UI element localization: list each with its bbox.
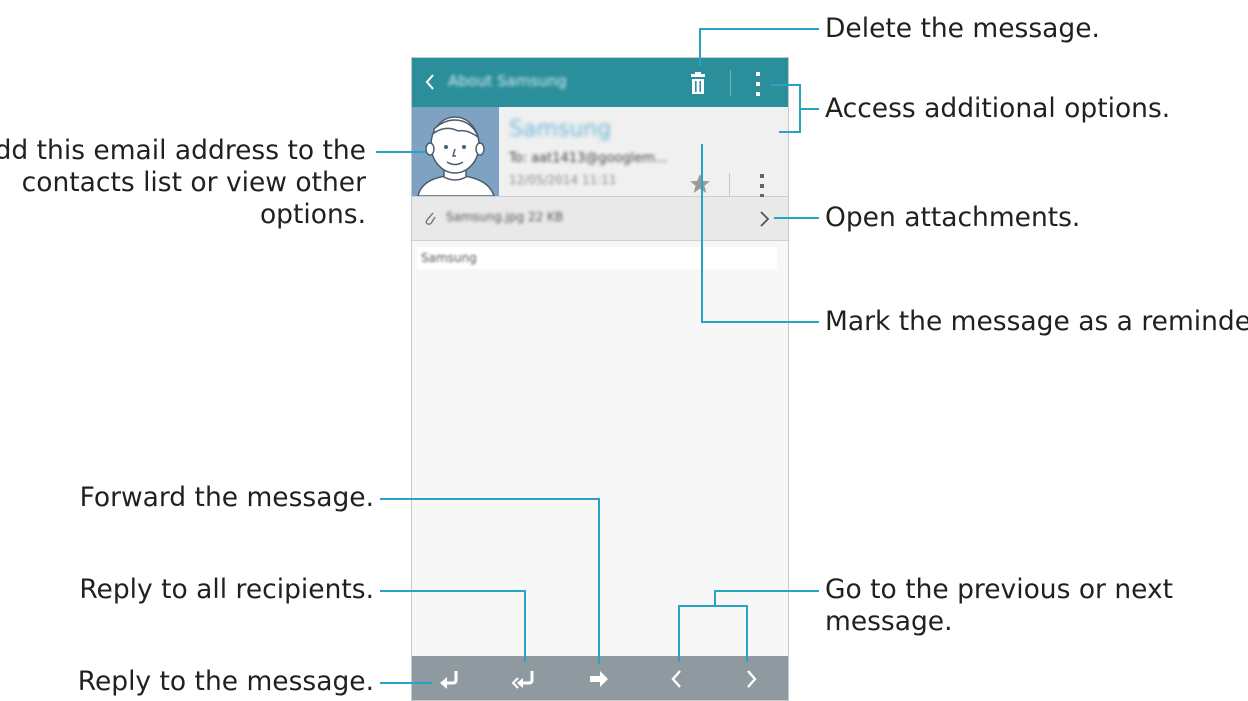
leader-contact xyxy=(376,151,426,153)
callout-forward: Forward the message. xyxy=(79,482,374,513)
callout-prev-next-line: Go to the previous or next xyxy=(825,574,1174,605)
callout-contact: Add this email address to the contacts l… xyxy=(0,135,366,231)
leader-options xyxy=(799,108,819,110)
leader-options xyxy=(779,131,801,133)
chevron-left-icon[interactable] xyxy=(420,69,440,95)
sender-name: Samsung xyxy=(509,117,612,142)
callout-contact-line: contacts list or view other xyxy=(21,167,366,198)
leader-attachments xyxy=(774,217,819,219)
previous-message-icon[interactable] xyxy=(664,666,690,692)
callout-prev-next: Go to the previous or next message. xyxy=(825,574,1173,638)
chevron-right-icon[interactable] xyxy=(757,209,771,229)
callout-reminder: Mark the message as a reminder. xyxy=(825,306,1248,337)
divider xyxy=(729,173,730,199)
leader-reply xyxy=(380,682,432,684)
callout-attachments: Open attachments. xyxy=(825,202,1081,233)
leader-prev-next xyxy=(746,605,748,662)
reply-all-icon[interactable] xyxy=(510,666,536,692)
message-date: 12/05/2014 11:11 xyxy=(509,173,617,187)
leader-prev-next xyxy=(678,605,680,662)
leader-reminder xyxy=(701,144,703,323)
leader-delete xyxy=(699,28,819,30)
more-vertical-icon[interactable] xyxy=(757,172,767,200)
bottom-action-bar xyxy=(412,656,788,700)
forward-icon[interactable] xyxy=(586,666,612,692)
recipient-line: To: aat1413@googlem... xyxy=(509,151,668,166)
leader-forward xyxy=(598,498,600,664)
leader-delete xyxy=(699,28,701,66)
divider xyxy=(730,70,731,96)
more-vertical-icon[interactable] xyxy=(752,70,764,98)
trash-icon[interactable] xyxy=(687,72,709,96)
next-message-icon[interactable] xyxy=(738,666,764,692)
folder-title: About Samsung xyxy=(448,72,567,90)
star-icon[interactable] xyxy=(689,173,711,195)
callout-options: Access additional options. xyxy=(825,93,1171,124)
reply-icon[interactable] xyxy=(436,666,462,692)
body-text: Samsung xyxy=(421,251,477,265)
paperclip-icon xyxy=(425,212,436,225)
leader-reminder xyxy=(701,321,819,323)
body-text-box: Samsung xyxy=(417,247,777,269)
attachment-name: Samsung.jpg 22 KB xyxy=(446,210,564,224)
leader-reply-all xyxy=(380,590,526,592)
callout-reply: Reply to the message. xyxy=(77,666,374,697)
callout-contact-line: options. xyxy=(259,199,366,230)
leader-prev-next xyxy=(714,590,819,592)
action-bar: About Samsung xyxy=(412,58,788,107)
attachment-row[interactable]: Samsung.jpg 22 KB xyxy=(412,197,788,241)
callout-prev-next-line: message. xyxy=(825,606,953,637)
leader-options xyxy=(771,84,801,86)
callout-delete: Delete the message. xyxy=(825,13,1100,44)
callout-reply-all: Reply to all recipients. xyxy=(79,574,374,605)
message-header: Samsung To: aat1413@googlem... 12/05/201… xyxy=(412,107,788,234)
callout-contact-line: Add this email address to the xyxy=(0,135,366,166)
leader-forward xyxy=(380,498,600,500)
leader-prev-next xyxy=(678,605,748,607)
message-body: Samsung xyxy=(412,241,788,656)
leader-reply-all xyxy=(524,590,526,662)
